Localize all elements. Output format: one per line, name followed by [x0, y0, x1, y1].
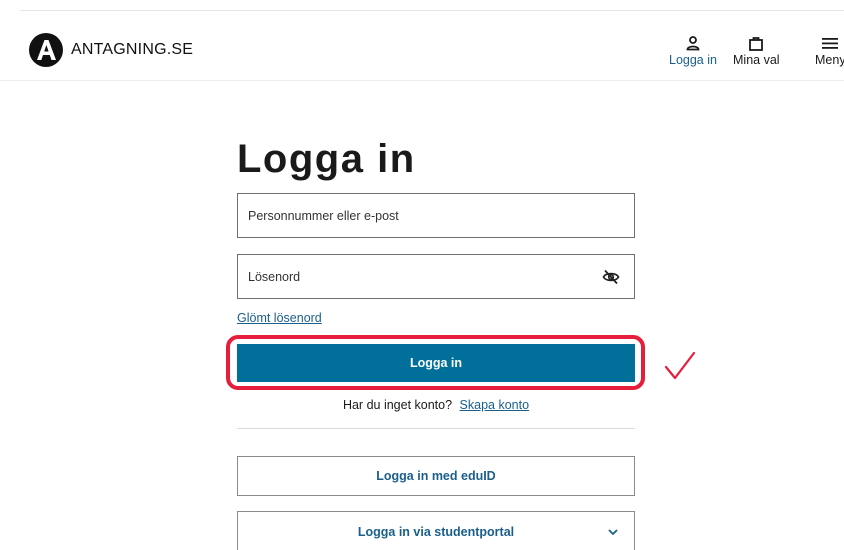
password-field[interactable]	[237, 254, 635, 299]
checkmark-icon	[664, 351, 696, 380]
eduid-login-button[interactable]: Logga in med eduID	[237, 456, 635, 496]
studentportal-login-button[interactable]: Logga in via studentportal	[237, 511, 635, 550]
nav-menu[interactable]: Meny	[815, 35, 844, 67]
password-input[interactable]	[248, 255, 588, 298]
user-icon	[686, 36, 700, 51]
nav-menu-label: Meny	[815, 53, 844, 67]
forgot-password-link[interactable]: Glömt lösenord	[237, 311, 322, 325]
nav-login-label: Logga in	[669, 53, 717, 67]
signup-prompt: Har du inget konto? Skapa konto	[237, 398, 635, 412]
header-divider	[0, 80, 844, 81]
username-field[interactable]	[237, 193, 635, 238]
hamburger-icon	[822, 38, 839, 49]
page-title: Logga in	[237, 137, 416, 181]
nav-my-choices-label: Mina val	[733, 53, 780, 67]
nav-my-choices[interactable]: Mina val	[733, 35, 780, 67]
section-divider	[237, 428, 635, 429]
create-account-link[interactable]: Skapa konto	[460, 398, 530, 412]
chevron-down-icon	[608, 529, 618, 536]
no-account-text: Har du inget konto?	[342, 398, 453, 412]
antagning-logo-icon	[29, 33, 63, 67]
username-input[interactable]	[248, 194, 588, 237]
brand-name: ANTAGNING.SE	[71, 41, 194, 58]
bag-icon	[749, 37, 764, 51]
site-logo[interactable]: ANTAGNING.SE	[29, 33, 193, 67]
nav-login[interactable]: Logga in	[669, 35, 717, 67]
studentportal-label: Logga in via studentportal	[357, 525, 515, 539]
site-header: ANTAGNING.SE Logga in Mina val Meny	[0, 11, 844, 81]
login-button[interactable]: Logga in	[237, 344, 635, 382]
eye-slash-icon[interactable]	[602, 269, 620, 285]
